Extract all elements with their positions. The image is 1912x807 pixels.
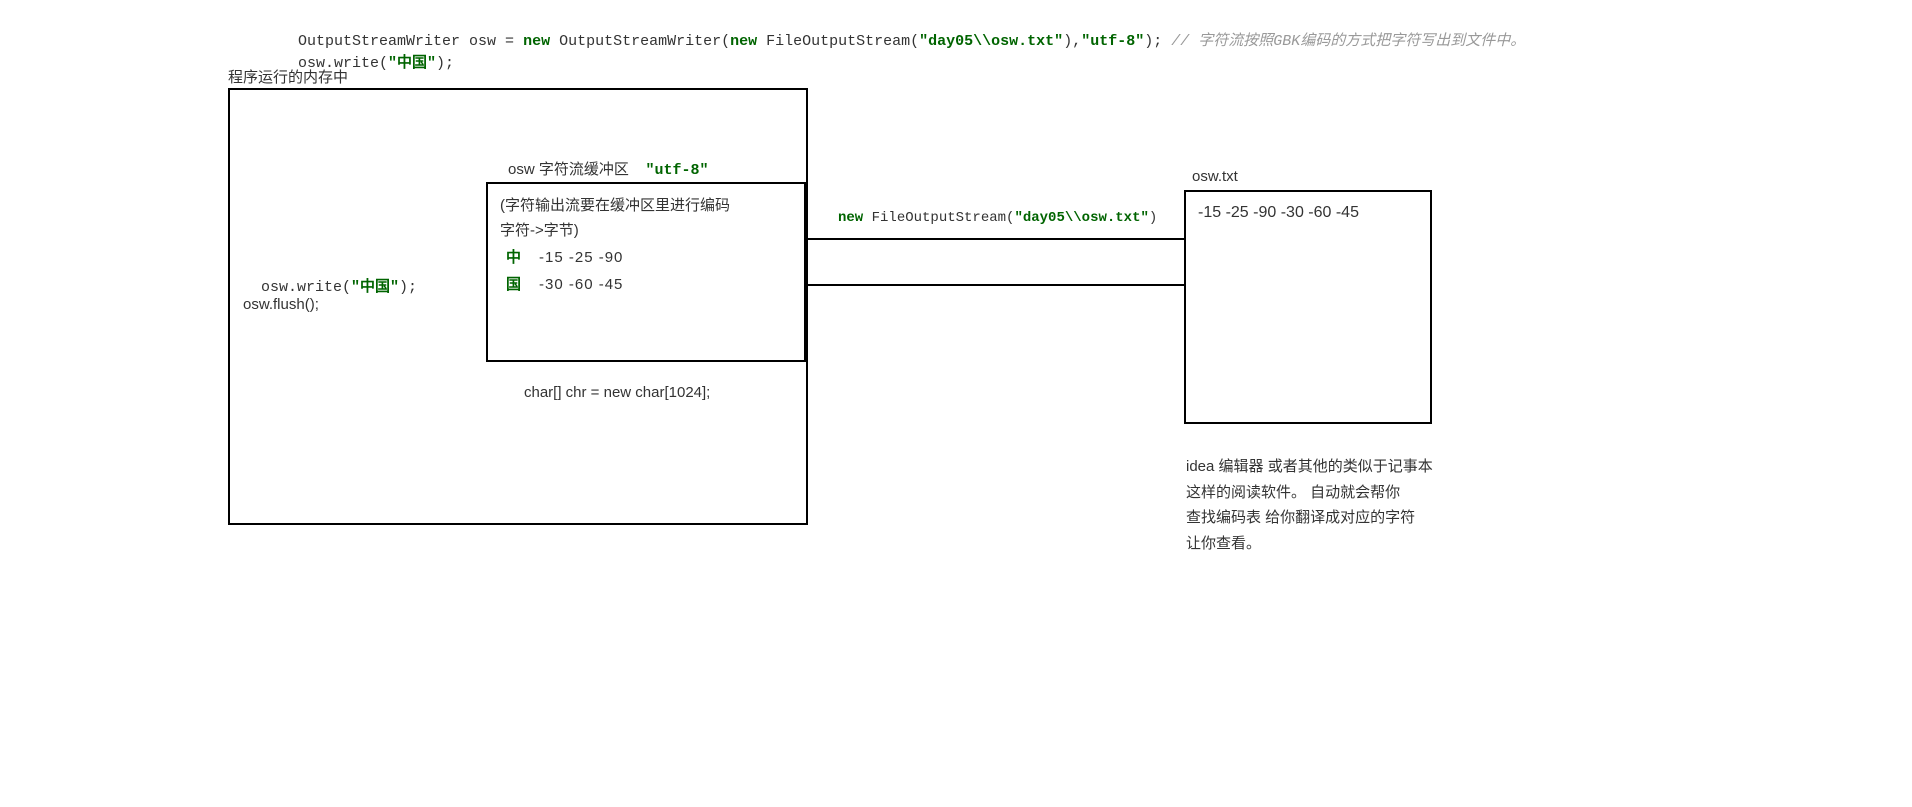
memory-label: 程序运行的内存中	[228, 66, 348, 87]
file-box	[1184, 190, 1432, 424]
buffer-box: (字符输出流要在缓冲区里进行编码 字符->字节) 中 -15 -25 -90 国…	[486, 182, 806, 362]
buffer-row-0: 中 -15 -25 -90	[500, 246, 792, 267]
char-1: 国	[506, 273, 521, 294]
code-line-1: OutputStreamWriter osw = new OutputStrea…	[280, 12, 1525, 50]
bytes-0: -15 -25 -90	[539, 249, 623, 266]
buffer-row-1: 国 -30 -60 -45	[500, 273, 792, 294]
stream-label: new FileOutputStream("day05\\osw.txt")	[838, 210, 1157, 226]
file-bytes: -15 -25 -90 -30 -60 -45	[1198, 204, 1359, 222]
char-0: 中	[506, 246, 521, 267]
stream-line-bottom	[808, 284, 1184, 286]
write-call: osw.write("中国");	[243, 258, 417, 296]
buffer-note-1: (字符输出流要在缓冲区里进行编码	[500, 194, 792, 215]
file-name-label: osw.txt	[1192, 168, 1238, 185]
bytes-1: -30 -60 -45	[539, 276, 623, 293]
description: idea 编辑器 或者其他的类似于记事本 这样的阅读软件。 自动就会帮你 查找编…	[1186, 454, 1446, 556]
char-declaration: char[] chr = new char[1024];	[524, 384, 710, 401]
buffer-note-2: 字符->字节)	[500, 219, 792, 240]
buffer-title: osw 字符流缓冲区 "utf-8"	[508, 158, 709, 179]
stream-line-top	[808, 238, 1184, 240]
flush-call: osw.flush();	[243, 296, 319, 313]
